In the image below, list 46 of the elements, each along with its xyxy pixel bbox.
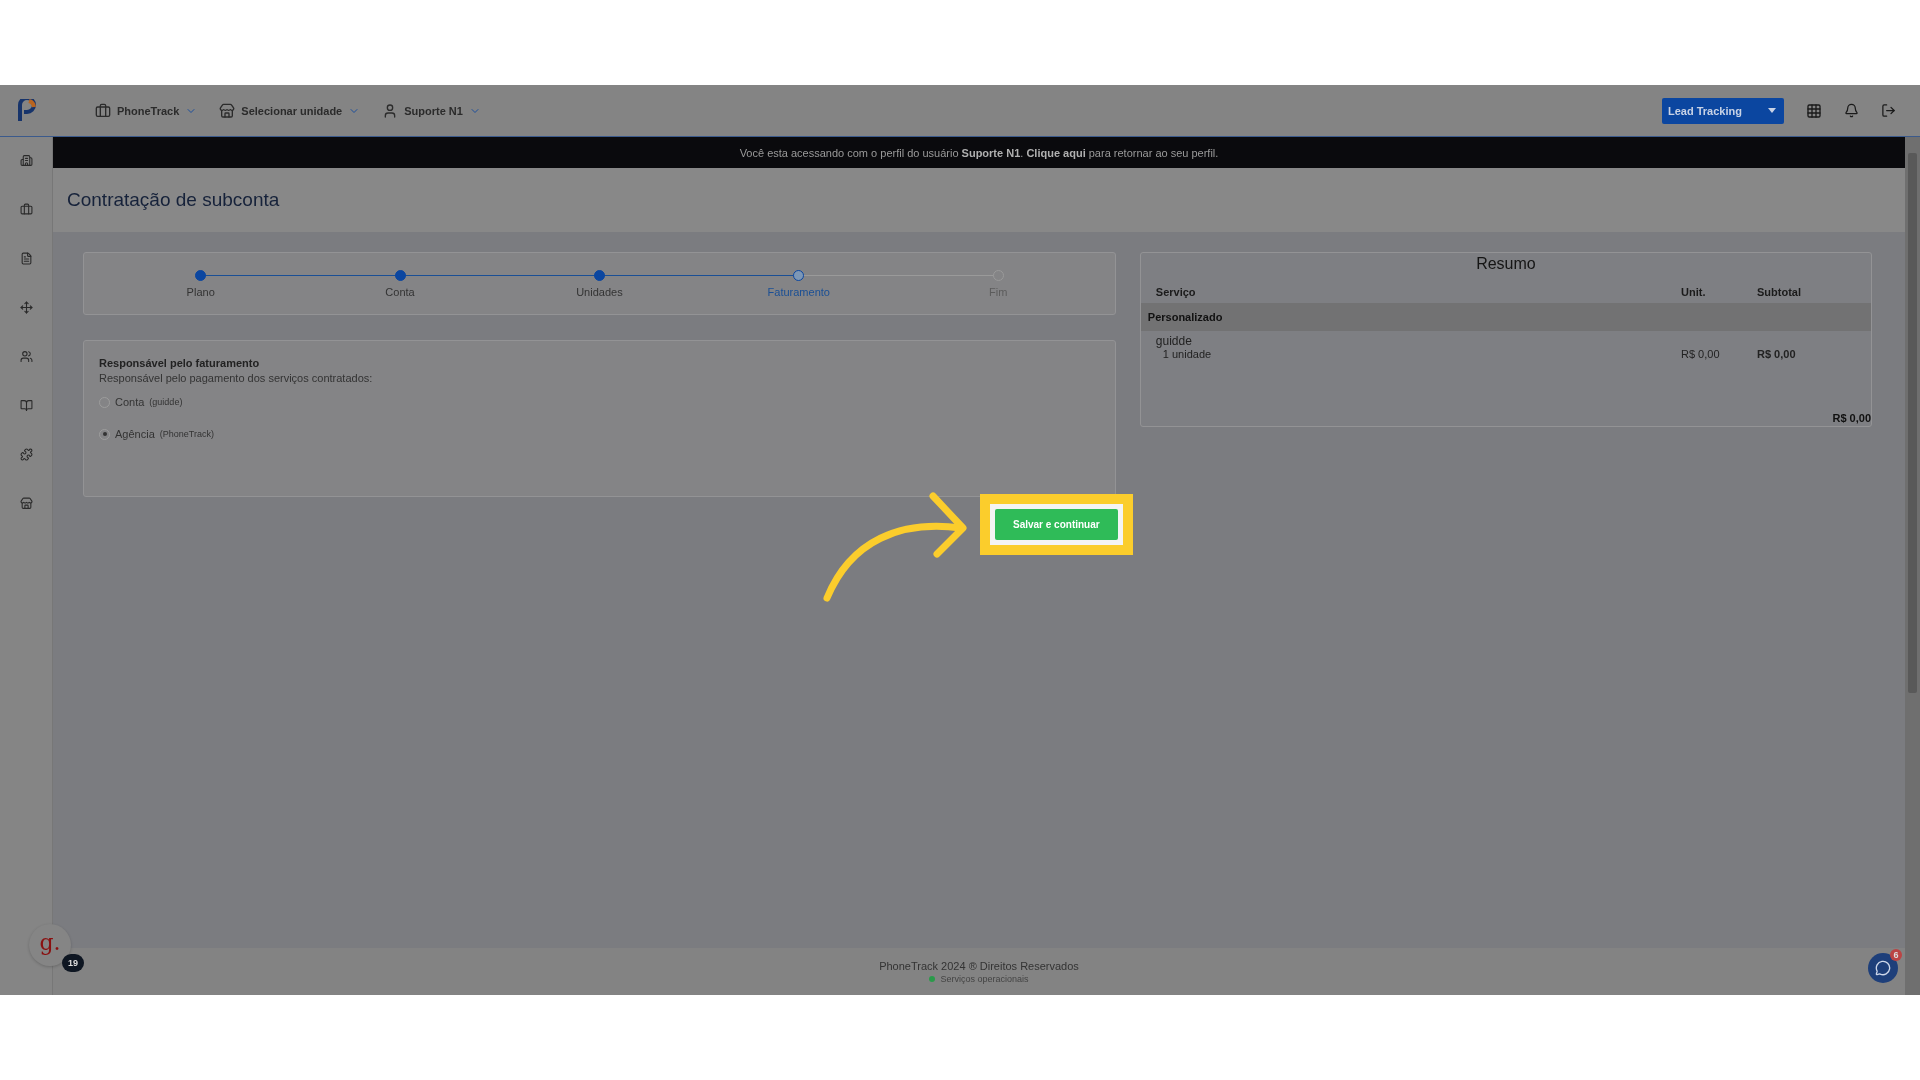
unit-price-cell-text: R$ 0,00 — [1681, 348, 1721, 360]
subtotal-cell-text: R$ 0,00 — [1757, 348, 1797, 360]
step-label: Faturamento — [767, 286, 830, 298]
summary-title: Resumo — [1475, 255, 1537, 273]
building-icon[interactable] — [19, 154, 33, 167]
radio-note: (guidde) — [149, 397, 183, 407]
group-row-text: Personalizado — [1146, 310, 1224, 325]
caret-icon — [1768, 108, 1776, 113]
section-subtitle: Responsável pelo pagamento dos serviços contratados: — [99, 372, 374, 384]
move-arrows-icon[interactable] — [19, 301, 33, 314]
book-icon[interactable] — [19, 399, 33, 412]
puzzle-icon[interactable] — [19, 448, 33, 461]
status-text: Serviços operacionais — [940, 973, 1029, 984]
impersonation-message: Você esta acessando com o perfil do usuário Suporte N1. Clique aqui para retornar ao seu perfil. — [739, 146, 1219, 159]
column-header: Unit. — [1681, 285, 1707, 300]
status-dot — [929, 975, 936, 982]
column-header: Serviço — [1154, 285, 1197, 300]
quantity-cell-text: 1 unidade — [1161, 348, 1213, 360]
nav-dropdown[interactable]: Suporte N1 — [382, 102, 481, 119]
radio-label: Agência — [115, 428, 155, 440]
step-label: Plano — [186, 286, 215, 298]
nav-dropdown[interactable]: PhoneTrack — [95, 102, 198, 119]
store-icon — [219, 102, 236, 119]
chat-icon — [1875, 960, 1891, 976]
logo-icon[interactable] — [15, 98, 38, 123]
store-icon[interactable] — [19, 497, 33, 510]
nav-dropdown[interactable]: Selecionar unidade — [219, 102, 361, 119]
save-continue-button[interactable]: Salvar e continuar — [994, 509, 1118, 540]
step-label: Unidades — [576, 286, 623, 298]
service-name: guidde — [1154, 334, 1193, 348]
users-icon[interactable] — [19, 350, 33, 363]
section-heading: Responsável pelo faturamento — [99, 357, 261, 369]
radio-label: Conta — [115, 396, 145, 408]
radio-note: (PhoneTrack) — [159, 429, 214, 439]
page-title: Contratação de subconta — [67, 189, 280, 211]
briefcase-icon — [95, 102, 111, 119]
total-amount: R$ 0,00 — [1832, 412, 1871, 424]
document-icon[interactable] — [19, 252, 33, 265]
copyright-text: PhoneTrack 2024 ® Direitos Reservados — [879, 959, 1079, 972]
apps-grid-icon[interactable] — [1806, 102, 1822, 119]
logout-icon[interactable] — [1881, 103, 1896, 118]
product-dropdown[interactable]: Lead Tracking — [1662, 97, 1784, 124]
step-label: Conta — [385, 286, 415, 298]
briefcase-icon[interactable] — [19, 203, 33, 216]
column-header: Subtotal — [1757, 285, 1802, 300]
bell-icon[interactable] — [1844, 103, 1859, 118]
